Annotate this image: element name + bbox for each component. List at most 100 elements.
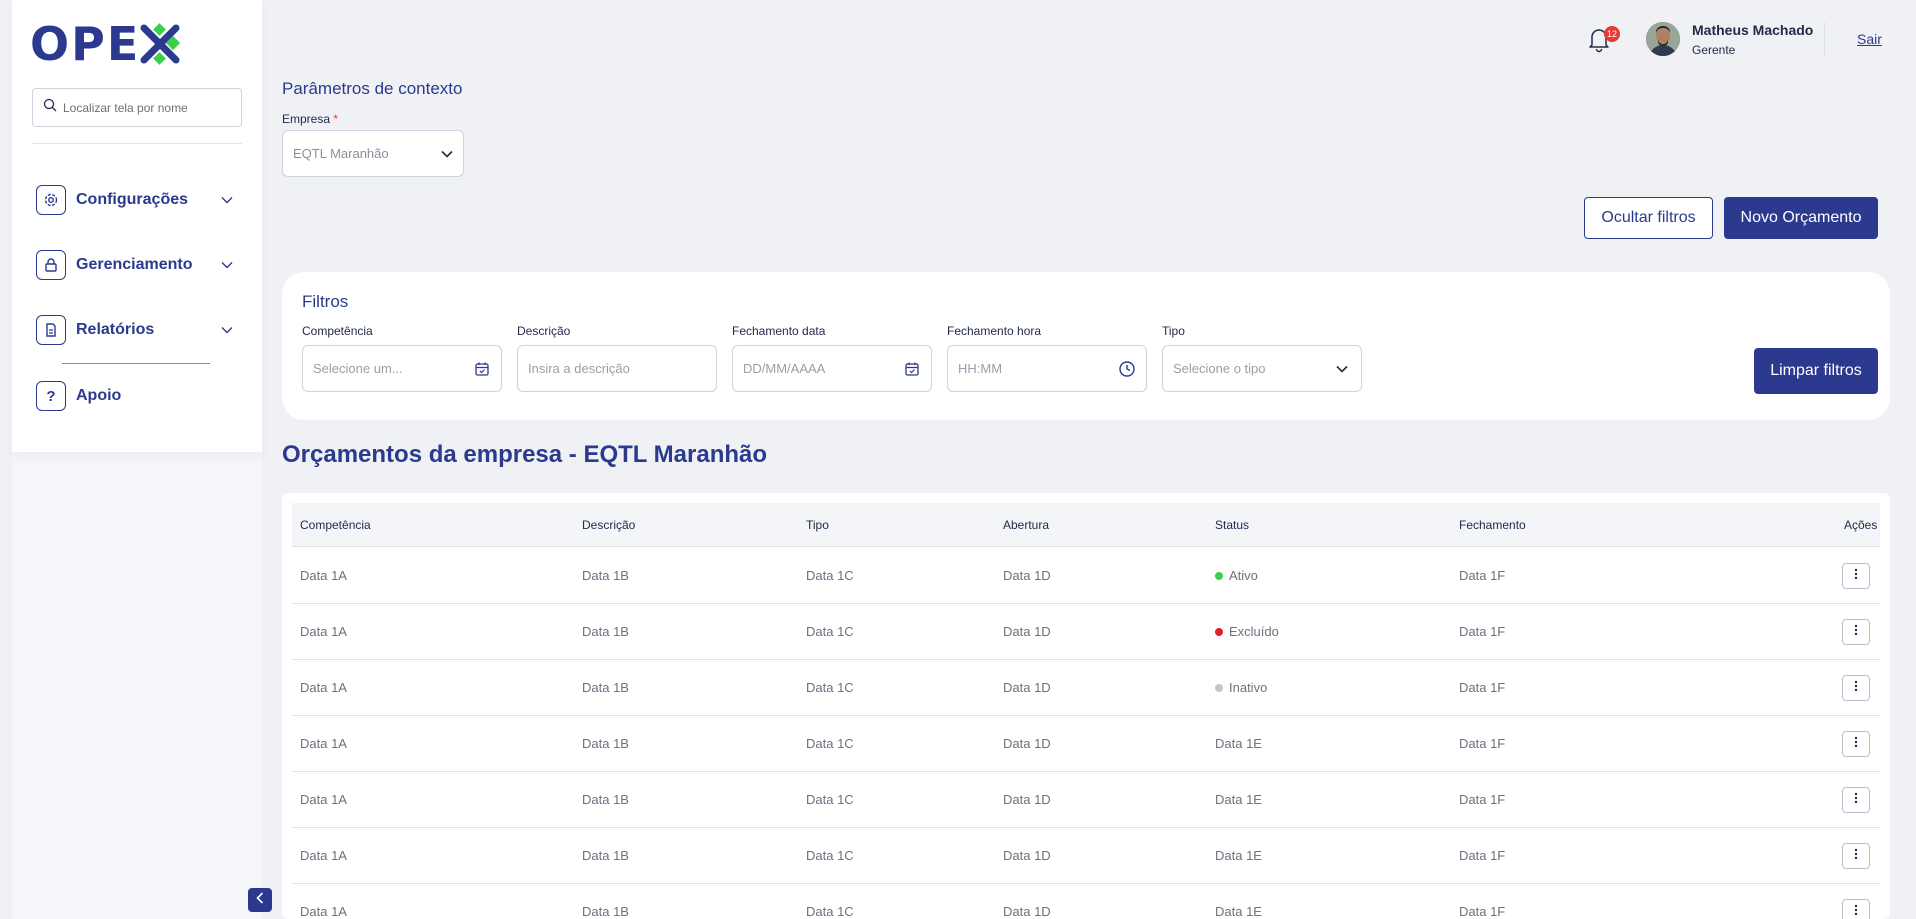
chevron-down-icon <box>218 321 236 339</box>
competencia-value: Data 1A <box>300 904 347 919</box>
cell-abertura: Data 1D <box>1003 660 1051 716</box>
table-row[interactable]: Data 1A Data 1B Data 1C Data 1D Data 1E Data … <box>292 884 1880 919</box>
status-dot-icon <box>1215 683 1223 692</box>
search-input[interactable] <box>63 100 233 115</box>
table-row[interactable]: Data 1A Data 1B Data 1C Data 1D Inativo Data … <box>292 660 1880 716</box>
chevron-down-icon <box>218 191 236 209</box>
filters-panel: Filtros Competência Selecione um... Desc… <box>282 272 1890 420</box>
status-value: Data 1E <box>1215 904 1262 919</box>
cell-competencia: Data 1A <box>300 660 347 716</box>
descricao-value: Data 1B <box>582 680 629 695</box>
header-divider <box>1824 22 1825 56</box>
fechamento-hora-input[interactable]: HH:MM <box>947 345 1147 392</box>
descricao-input[interactable]: Insira a descrição <box>517 345 717 392</box>
status-value: Data 1E <box>1215 792 1262 807</box>
cell-descricao: Data 1B <box>582 828 629 884</box>
abertura-value: Data 1D <box>1003 568 1051 583</box>
cell-tipo: Data 1C <box>806 772 854 828</box>
sidebar-item-relatorios[interactable]: Relatórios <box>36 314 236 346</box>
chevron-down-icon <box>441 145 453 163</box>
filter-label: Fechamento hora <box>947 324 1042 338</box>
cell-tipo: Data 1C <box>806 604 854 660</box>
column-header-competencia[interactable]: Competência <box>300 503 371 547</box>
cell-fechamento: Data 1F <box>1459 660 1505 716</box>
competencia-placeholder: Selecione um... <box>313 361 403 376</box>
table-row[interactable]: Data 1A Data 1B Data 1C Data 1D Data 1E Data … <box>292 828 1880 884</box>
sidebar-panel: OPE Configurações <box>12 0 262 452</box>
new-budget-button[interactable]: Novo Orçamento <box>1724 197 1878 239</box>
row-actions-button[interactable] <box>1842 899 1870 919</box>
cell-fechamento: Data 1F <box>1459 548 1505 604</box>
more-vertical-icon <box>1854 791 1858 809</box>
filter-tipo: Tipo Selecione o tipo <box>1162 324 1362 392</box>
row-actions-button[interactable] <box>1842 619 1870 645</box>
logo: OPE <box>30 17 182 71</box>
fechamento-value: Data 1F <box>1459 904 1506 919</box>
row-actions-button[interactable] <box>1842 563 1870 589</box>
tipo-value: Data 1C <box>806 904 854 919</box>
cell-competencia: Data 1A <box>300 884 347 919</box>
column-header-status[interactable]: Status <box>1215 503 1249 547</box>
divider <box>32 143 242 144</box>
fechamento-data-input[interactable]: DD/MM/AAAA <box>732 345 932 392</box>
cell-competencia: Data 1A <box>300 828 347 884</box>
table-row[interactable]: Data 1A Data 1B Data 1C Data 1D Ativo Data 1F <box>292 548 1880 604</box>
more-vertical-icon <box>1854 735 1858 753</box>
row-actions-button[interactable] <box>1842 731 1870 757</box>
fechamento-value: Data 1F <box>1459 792 1506 807</box>
tipo-value: Data 1C <box>806 736 854 751</box>
row-actions-button[interactable] <box>1842 843 1870 869</box>
clear-filters-button[interactable]: Limpar filtros <box>1754 348 1878 394</box>
calendar-icon[interactable] <box>903 360 921 378</box>
status-dot-icon <box>1215 627 1223 636</box>
sidebar-item-configuracoes[interactable]: Configurações <box>36 184 236 216</box>
tipo-value: Data 1C <box>806 568 854 583</box>
clock-icon[interactable] <box>1118 360 1136 378</box>
cell-fechamento: Data 1F <box>1459 884 1505 919</box>
chevron-down-icon <box>1333 360 1351 378</box>
collapse-sidebar-button[interactable] <box>248 888 272 912</box>
calendar-icon[interactable] <box>473 360 491 378</box>
bell-icon <box>1584 29 1614 58</box>
cell-abertura: Data 1D <box>1003 604 1051 660</box>
descricao-value: Data 1B <box>582 792 629 807</box>
column-header-descricao[interactable]: Descrição <box>582 503 635 547</box>
column-header-tipo[interactable]: Tipo <box>806 503 829 547</box>
hide-filters-button[interactable]: Ocultar filtros <box>1584 197 1713 239</box>
logo-x-icon <box>138 22 182 66</box>
cell-descricao: Data 1B <box>582 772 629 828</box>
cell-descricao: Data 1B <box>582 884 629 919</box>
cell-tipo: Data 1C <box>806 716 854 772</box>
logout-link[interactable]: Sair <box>1857 31 1882 47</box>
row-actions-button[interactable] <box>1842 675 1870 701</box>
sidebar-item-apoio[interactable]: ? Apoio <box>36 380 236 412</box>
table-row[interactable]: Data 1A Data 1B Data 1C Data 1D Data 1E Data … <box>292 716 1880 772</box>
fechamento-hora-placeholder: HH:MM <box>958 361 1003 376</box>
empresa-select[interactable]: EQTL Maranhão <box>282 130 464 177</box>
filter-label: Competência <box>302 324 373 338</box>
competencia-value: Data 1A <box>300 568 347 583</box>
competencia-input[interactable]: Selecione um... <box>302 345 502 392</box>
column-header-fechamento[interactable]: Fechamento <box>1459 503 1526 547</box>
table-row[interactable]: Data 1A Data 1B Data 1C Data 1D Excluído Data… <box>292 604 1880 660</box>
abertura-value: Data 1D <box>1003 624 1051 639</box>
cell-tipo: Data 1C <box>806 828 854 884</box>
notification-badge: 12 <box>1604 26 1620 42</box>
tipo-select[interactable]: Selecione o tipo <box>1162 345 1362 392</box>
avatar[interactable] <box>1646 22 1680 56</box>
descricao-value: Data 1B <box>582 848 629 863</box>
tipo-value: Data 1C <box>806 680 854 695</box>
abertura-value: Data 1D <box>1003 904 1051 919</box>
search-box[interactable] <box>32 88 242 127</box>
descricao-value: Data 1B <box>582 736 629 751</box>
fechamento-value: Data 1F <box>1459 848 1506 863</box>
cell-abertura: Data 1D <box>1003 828 1051 884</box>
column-header-abertura[interactable]: Abertura <box>1003 503 1049 547</box>
row-actions-button[interactable] <box>1842 787 1870 813</box>
fechamento-value: Data 1F <box>1459 736 1506 751</box>
column-header-acoes: Ações <box>1844 518 1878 532</box>
cell-descricao: Data 1B <box>582 548 629 604</box>
cell-competencia: Data 1A <box>300 772 347 828</box>
table-row[interactable]: Data 1A Data 1B Data 1C Data 1D Data 1E Data … <box>292 772 1880 828</box>
sidebar-item-gerenciamento[interactable]: Gerenciamento <box>36 249 236 281</box>
